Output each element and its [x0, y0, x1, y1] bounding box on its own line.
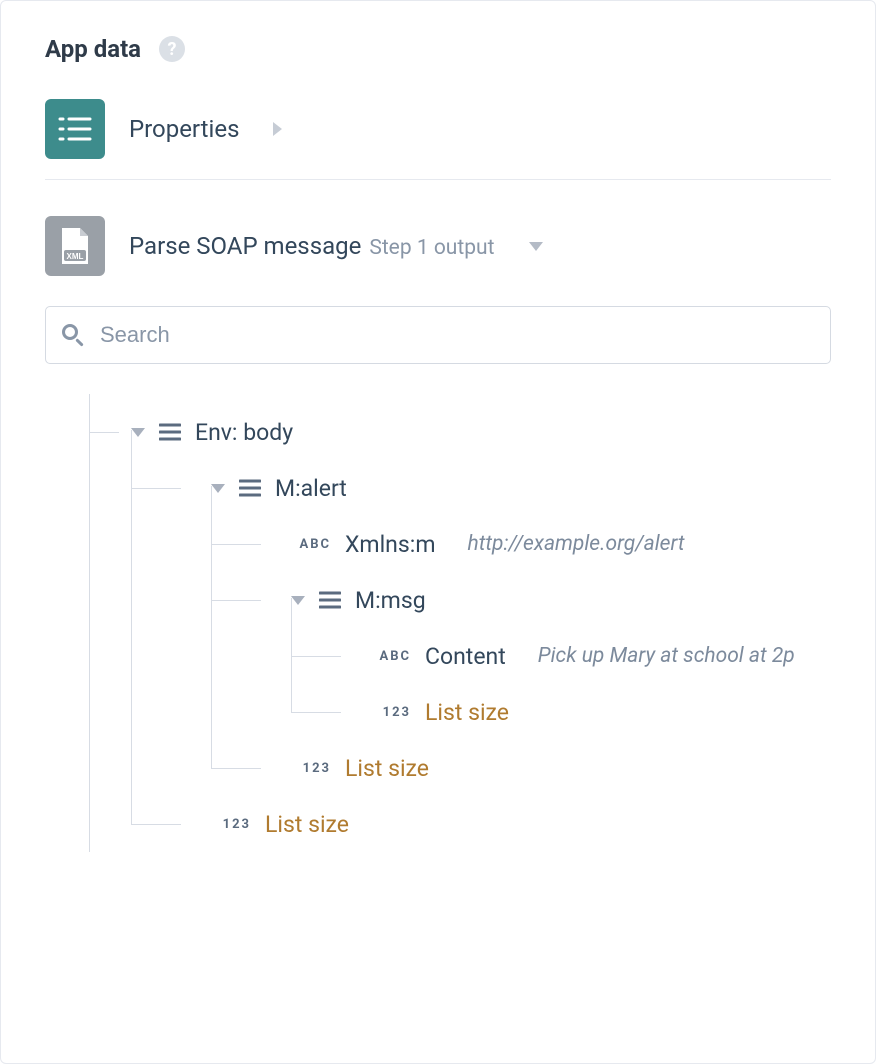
type-badge-abc: ABC — [291, 537, 331, 552]
node-label: List size — [265, 811, 349, 838]
tree-node-list-size[interactable]: 123 List size — [211, 796, 831, 852]
tree-node-m-msg[interactable]: M:msg — [291, 572, 831, 628]
panel-header: App data ? — [45, 35, 831, 63]
type-badge-123: 123 — [371, 705, 411, 720]
chevron-right-icon — [273, 122, 282, 136]
object-icon — [239, 479, 261, 497]
object-icon — [319, 591, 341, 609]
caret-down-icon — [131, 428, 145, 437]
type-badge-123: 123 — [211, 817, 251, 832]
node-value: http://example.org/alert — [468, 532, 685, 556]
app-data-panel: App data ? Properties XML — [0, 0, 876, 1064]
search-input[interactable] — [98, 321, 814, 349]
caret-down-icon — [211, 484, 225, 493]
node-label: M:alert — [275, 475, 347, 502]
xml-file-icon: XML — [45, 216, 105, 276]
node-label: Xmlns:m — [345, 531, 436, 558]
type-badge-abc: ABC — [371, 649, 411, 664]
svg-text:XML: XML — [67, 252, 84, 261]
panel-title: App data — [45, 35, 141, 63]
search-box[interactable] — [45, 306, 831, 364]
tree-node-content[interactable]: ABC Content Pick up Mary at school at 2p — [371, 628, 831, 684]
tree-node-env-body[interactable]: Env: body — [131, 404, 831, 460]
list-icon — [45, 99, 105, 159]
divider — [45, 179, 831, 180]
node-label: List size — [425, 699, 509, 726]
search-icon — [62, 324, 84, 346]
help-icon[interactable]: ? — [159, 36, 185, 62]
parse-soap-section[interactable]: XML Parse SOAP message Step 1 output — [45, 216, 831, 276]
properties-section[interactable]: Properties — [45, 99, 831, 159]
parse-soap-subtitle: Step 1 output — [369, 236, 494, 260]
tree-node-list-size[interactable]: 123 List size — [291, 740, 831, 796]
properties-label: Properties — [129, 115, 239, 143]
tree-node-list-size[interactable]: 123 List size — [371, 684, 831, 740]
data-tree: Env: body M:alert — [89, 404, 831, 852]
caret-down-icon — [291, 596, 305, 605]
node-label: M:msg — [355, 587, 426, 614]
node-label: Env: body — [195, 419, 293, 446]
node-label: List size — [345, 755, 429, 782]
parse-soap-label: Parse SOAP message — [129, 232, 361, 260]
tree-node-m-alert[interactable]: M:alert — [211, 460, 831, 516]
object-icon — [159, 423, 181, 441]
type-badge-123: 123 — [291, 761, 331, 776]
node-value: Pick up Mary at school at 2p — [538, 644, 795, 668]
node-label: Content — [425, 643, 506, 670]
chevron-down-icon — [529, 242, 543, 251]
tree-node-xmlns-m[interactable]: ABC Xmlns:m http://example.org/alert — [291, 516, 831, 572]
